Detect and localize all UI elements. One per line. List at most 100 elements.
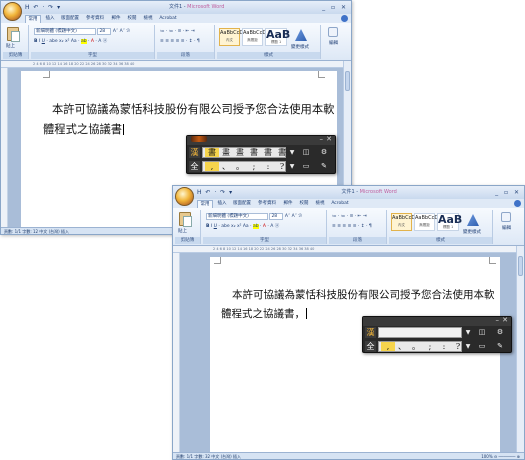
chevron-down-icon[interactable]: ▼ (288, 161, 296, 172)
candidate-list-empty[interactable] (378, 327, 462, 338)
font-size-select[interactable]: 28 (97, 28, 112, 35)
fullwidth-icon[interactable]: 全 (189, 161, 200, 172)
font-grow-shrink-icons[interactable]: A˄ A˅ ℬ (113, 29, 130, 34)
font-size-select[interactable]: 28 (269, 213, 284, 220)
edit-icon[interactable] (328, 27, 338, 37)
chevron-down-icon[interactable]: ▼ (464, 341, 472, 352)
dictionary-icon[interactable]: ▭ (299, 161, 313, 172)
change-styles-icon[interactable] (295, 29, 307, 41)
office-button[interactable] (3, 2, 22, 21)
font-name-select[interactable]: 新細明體 (標題中文) (34, 28, 96, 35)
symbol-char[interactable]: , (205, 162, 219, 171)
symbol-list[interactable]: ,、。;:? (378, 341, 462, 352)
vertical-ruler[interactable] (173, 253, 180, 452)
alignment-buttons[interactable]: ≡ ≡ ≡ ≡ ≡ · ↕ · ¶ (332, 223, 372, 230)
scrollbar-thumb[interactable] (518, 256, 523, 276)
book-icon[interactable]: ◫ (299, 147, 313, 158)
ime-toolbar-header[interactable]: – ✕ (363, 316, 511, 326)
symbol-char[interactable]: ; (423, 342, 437, 351)
document-text-line-2[interactable]: 體程式之協議書 (43, 121, 125, 137)
style-normal[interactable]: AaBbCcD 內文 (391, 213, 415, 231)
minimize-icon[interactable]: – (496, 316, 500, 325)
candidate-char[interactable]: 書 (247, 148, 261, 157)
minimize-icon[interactable]: – (320, 135, 324, 144)
edit-icon[interactable] (501, 212, 511, 222)
vertical-scrollbar[interactable] (516, 246, 524, 452)
candidate-char[interactable]: 畫 (219, 148, 233, 157)
symbol-list[interactable]: ,、。;:? (202, 161, 286, 172)
window-controls[interactable]: _ ▫ ✕ (495, 186, 521, 199)
document-text-line-2[interactable]: 體程式之協議書， (221, 306, 307, 321)
tab-insert[interactable]: 插入 (215, 200, 229, 208)
window-controls[interactable]: _ ▫ ✕ (322, 1, 348, 14)
font-grow-shrink-icons[interactable]: A˄ A˅ ℬ (285, 214, 302, 219)
candidate-char[interactable]: 書 (261, 148, 275, 157)
vertical-ruler[interactable] (1, 68, 8, 227)
font-format-buttons[interactable]: B I U · abe x₂ x² Aa · ab · A · A ⓐ (34, 38, 107, 45)
list-buttons[interactable]: ≔ · ≔ · ≡ · ⇤ ⇥ (160, 28, 195, 35)
fullwidth-icon[interactable]: 全 (365, 341, 376, 352)
tab-references[interactable]: 參考資料 (256, 200, 278, 208)
candidate-char[interactable]: 書 (275, 148, 289, 157)
paste-icon[interactable] (179, 212, 192, 227)
candidate-char[interactable]: 書 (205, 148, 219, 157)
symbol-char[interactable]: ? (275, 162, 289, 171)
tab-view[interactable]: 檢視 (141, 15, 155, 23)
symbol-char[interactable]: : (261, 162, 275, 171)
gear-icon[interactable]: ⚙ (317, 147, 331, 158)
ime-toolbar-back[interactable]: – ✕ 漢 書畫晝書書書 ▼ ◫ ⚙ 全 ,、。;:? ▼ ▭ ✎ (186, 135, 336, 174)
tab-view[interactable]: 檢視 (313, 200, 327, 208)
symbol-char[interactable]: , (381, 342, 395, 351)
style-no-spacing[interactable]: AaBbCcD 無間距 (242, 28, 266, 46)
quick-access-toolbar[interactable]: H ↶ · ↷ ▾ (25, 1, 61, 14)
document-text-line-1[interactable]: 本許可協議為蒙恬科技股份有限公司授予您合法使用本軟 (52, 101, 334, 117)
symbol-char[interactable]: 、 (395, 342, 409, 351)
symbol-char[interactable]: 。 (233, 162, 247, 171)
alignment-buttons[interactable]: ≡ ≡ ≡ ≡ ≡ · ↕ · ¶ (160, 38, 200, 45)
tab-review[interactable]: 校閱 (297, 200, 311, 208)
ime-language-icon[interactable]: 漢 (189, 147, 200, 158)
tab-insert[interactable]: 插入 (43, 15, 57, 23)
help-icon[interactable] (341, 15, 348, 22)
zoom-control[interactable]: 100% ⊖ ─────── ⊕ (481, 453, 520, 459)
wrench-icon[interactable]: ✎ (493, 341, 507, 352)
tab-page-layout[interactable]: 版面配置 (59, 15, 81, 23)
dictionary-icon[interactable]: ▭ (475, 341, 489, 352)
font-format-buttons[interactable]: B I U · abe x₂ x² Aa · ab · A · A ⓐ (206, 223, 279, 230)
change-styles-icon[interactable] (467, 214, 479, 226)
symbol-char[interactable]: ? (451, 342, 465, 351)
tab-mailings[interactable]: 郵件 (109, 15, 123, 23)
ime-language-icon[interactable]: 漢 (365, 327, 376, 338)
ime-toolbar-header[interactable]: – ✕ (187, 135, 335, 145)
chevron-down-icon[interactable]: ▼ (288, 147, 296, 158)
style-normal[interactable]: AaBbCcD 內文 (219, 28, 243, 46)
tab-review[interactable]: 校閱 (125, 15, 139, 23)
tab-references[interactable]: 參考資料 (84, 15, 106, 23)
symbol-char[interactable]: 、 (219, 162, 233, 171)
scrollbar-thumb[interactable] (345, 71, 350, 91)
candidate-char[interactable]: 晝 (233, 148, 247, 157)
tab-page-layout[interactable]: 版面配置 (231, 200, 253, 208)
tab-acrobat[interactable]: Acrobat (329, 200, 351, 208)
help-icon[interactable] (514, 200, 521, 207)
style-heading-1[interactable]: AaB 標題 1 (265, 28, 290, 46)
tab-acrobat[interactable]: Acrobat (157, 15, 179, 23)
wrench-icon[interactable]: ✎ (317, 161, 331, 172)
symbol-char[interactable]: : (437, 342, 451, 351)
list-buttons[interactable]: ≔ · ≔ · ≡ · ⇤ ⇥ (332, 213, 367, 220)
tab-home[interactable]: 常用 (25, 15, 41, 23)
tab-home[interactable]: 常用 (197, 200, 213, 208)
symbol-char[interactable]: 。 (409, 342, 423, 351)
document-page[interactable]: 本許可協議為蒙恬科技股份有限公司授予您合法使用本軟 體程式之協議書， (210, 257, 500, 452)
candidate-list[interactable]: 書畫晝書書書 (202, 147, 286, 158)
office-button[interactable] (175, 187, 194, 206)
paste-icon[interactable] (7, 27, 20, 42)
font-name-select[interactable]: 新細明體 (標題中文) (206, 213, 268, 220)
ime-toolbar-front[interactable]: – ✕ 漢 ▼ ◫ ⚙ 全 ,、。;:? ▼ ▭ ✎ (362, 316, 512, 353)
quick-access-toolbar[interactable]: H ↶ · ↷ ▾ (197, 186, 233, 199)
tab-mailings[interactable]: 郵件 (281, 200, 295, 208)
chevron-down-icon[interactable]: ▼ (464, 327, 472, 338)
gear-icon[interactable]: ⚙ (493, 327, 507, 338)
document-text-line-1[interactable]: 本許可協議為蒙恬科技股份有限公司授予您合法使用本軟 (232, 287, 495, 302)
style-heading-1[interactable]: AaB 標題 1 (437, 213, 462, 231)
